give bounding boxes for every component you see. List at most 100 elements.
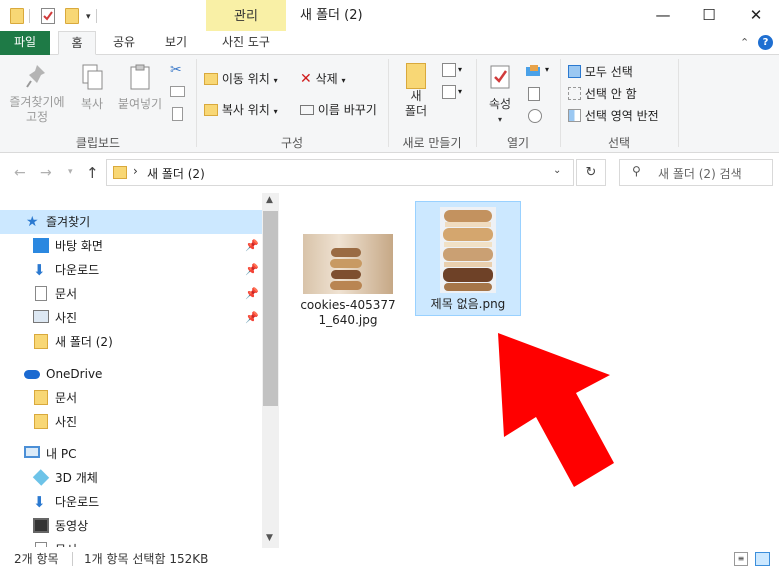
organize-group-label: 구성 bbox=[280, 136, 304, 150]
nav-label: 다운로드 bbox=[55, 495, 100, 509]
address-dropdown-icon[interactable]: ⌄ bbox=[553, 165, 561, 176]
cloud-icon bbox=[24, 370, 40, 379]
address-bar[interactable]: › 새 폴더 (2) ⌄ bbox=[106, 159, 574, 186]
back-arrow-icon[interactable]: ← bbox=[14, 165, 26, 181]
edit-icon[interactable] bbox=[528, 87, 540, 101]
title-bar: ▾ 관리 새 폴더 (2) — ☐ ✕ bbox=[0, 0, 779, 31]
new-folder-button[interactable]: 새 폴더 bbox=[398, 63, 434, 119]
pin-icon[interactable]: 📌 bbox=[245, 282, 259, 306]
search-input[interactable]: ⚲ 새 폴더 (2) 검색 bbox=[619, 159, 773, 186]
tab-view[interactable]: 보기 bbox=[152, 31, 200, 55]
move-to-label: 이동 위치 bbox=[221, 72, 270, 86]
easy-access-icon[interactable] bbox=[442, 85, 456, 99]
new-item-icon[interactable] bbox=[442, 63, 456, 77]
pin-icon[interactable]: 📌 bbox=[245, 234, 259, 258]
minimize-button[interactable]: — bbox=[640, 0, 686, 31]
tab-share[interactable]: 공유 bbox=[102, 31, 146, 55]
nav-label: 문서 bbox=[55, 538, 77, 547]
help-icon[interactable]: ? bbox=[758, 35, 773, 50]
tab-home[interactable]: 홈 bbox=[58, 31, 96, 55]
recent-locations-icon[interactable]: ▾ bbox=[68, 167, 73, 177]
close-button[interactable]: ✕ bbox=[733, 0, 779, 31]
divider bbox=[72, 552, 73, 566]
scroll-down-icon[interactable]: ▼ bbox=[266, 533, 273, 543]
nav-3d-objects[interactable]: 3D 개체 bbox=[0, 466, 262, 490]
copy-to-label: 복사 위치 bbox=[221, 103, 270, 117]
scroll-thumb[interactable] bbox=[263, 211, 278, 406]
delete-button[interactable]: ✕ 삭제 ▾ bbox=[300, 70, 346, 87]
large-icons-view-icon[interactable] bbox=[755, 552, 770, 566]
select-all-icon bbox=[568, 65, 581, 78]
refresh-icon[interactable]: ↻ bbox=[576, 159, 606, 186]
nav-downloads[interactable]: ⬇ 다운로드 📌 bbox=[0, 258, 262, 282]
film-icon bbox=[33, 518, 49, 533]
select-none-button[interactable]: 선택 안 함 bbox=[568, 85, 637, 102]
chevron-down-icon[interactable]: ▾ bbox=[458, 65, 462, 74]
window-title: 새 폴더 (2) bbox=[300, 8, 363, 23]
paste-label: 붙여넣기 bbox=[117, 97, 163, 111]
nav-quick-access[interactable]: ★ 즐겨찾기 bbox=[0, 210, 262, 234]
folder-icon bbox=[34, 334, 48, 349]
nav-desktop[interactable]: 바탕 화면 📌 bbox=[0, 234, 262, 258]
up-arrow-icon[interactable]: ↑ bbox=[86, 164, 99, 182]
pin-icon[interactable]: 📌 bbox=[245, 306, 259, 330]
rename-button[interactable]: 이름 바꾸기 bbox=[300, 101, 377, 118]
nav-onedrive-pictures[interactable]: 사진 bbox=[0, 410, 262, 434]
file-item[interactable]: cookies-405377 1_640.jpg bbox=[296, 228, 400, 334]
nav-scrollbar[interactable]: ▲ ▼ bbox=[262, 193, 279, 548]
pin-to-quick-access-button[interactable]: 즐겨찾기에 고정 bbox=[6, 63, 68, 125]
chevron-up-icon[interactable]: ⌃ bbox=[740, 36, 749, 49]
file-name: 제목 없음.png bbox=[430, 297, 506, 311]
open-icon[interactable] bbox=[526, 65, 542, 77]
properties-button[interactable]: 속성 ▾ bbox=[480, 63, 520, 127]
tab-picture-tools[interactable]: 사진 도구 bbox=[206, 31, 286, 55]
details-view-icon[interactable]: ≡ bbox=[734, 552, 748, 566]
copy-button[interactable]: 복사 bbox=[74, 63, 110, 112]
copy-path-icon[interactable] bbox=[170, 86, 185, 97]
invert-selection-button[interactable]: 선택 영역 반전 bbox=[568, 107, 659, 124]
computer-icon bbox=[24, 446, 40, 458]
select-all-button[interactable]: 모두 선택 bbox=[568, 63, 633, 80]
open-group-label: 열기 bbox=[506, 136, 530, 150]
nav-pictures[interactable]: 사진 📌 bbox=[0, 306, 262, 330]
download-arrow-icon: ⬇ bbox=[33, 493, 46, 511]
forward-arrow-icon[interactable]: → bbox=[40, 165, 52, 181]
copy-to-button[interactable]: 복사 위치 ▾ bbox=[204, 101, 278, 118]
new-folder-icon[interactable] bbox=[65, 8, 79, 24]
selection-info: 1개 항목 선택함 152KB bbox=[84, 552, 209, 566]
nav-label: 즐겨찾기 bbox=[46, 215, 91, 229]
move-folder-icon bbox=[204, 73, 218, 85]
nav-new-folder-2[interactable]: 새 폴더 (2) bbox=[0, 330, 262, 354]
tab-file[interactable]: 파일 bbox=[0, 31, 50, 55]
nav-onedrive-documents[interactable]: 문서 bbox=[0, 386, 262, 410]
breadcrumb[interactable]: 새 폴더 (2) bbox=[147, 165, 205, 182]
nav-onedrive[interactable]: OneDrive bbox=[0, 362, 262, 386]
maximize-button[interactable]: ☐ bbox=[686, 0, 732, 31]
file-item-selected[interactable]: 제목 없음.png bbox=[415, 201, 521, 316]
nav-documents[interactable]: 문서 📌 bbox=[0, 282, 262, 306]
properties-check-icon[interactable] bbox=[41, 8, 55, 24]
nav-label: OneDrive bbox=[46, 367, 103, 381]
context-tab-manage[interactable]: 관리 bbox=[206, 0, 286, 31]
nav-pc-documents[interactable]: 문서 bbox=[0, 538, 262, 547]
scroll-up-icon[interactable]: ▲ bbox=[266, 195, 273, 205]
chevron-down-icon[interactable]: ▾ bbox=[545, 65, 549, 74]
properties-label: 속성 bbox=[488, 97, 512, 111]
pin-icon[interactable]: 📌 bbox=[245, 258, 259, 282]
nav-label: 새 폴더 (2) bbox=[55, 335, 113, 349]
history-icon[interactable] bbox=[528, 109, 542, 123]
nav-this-pc[interactable]: 내 PC bbox=[0, 442, 262, 466]
folder-icon bbox=[34, 390, 48, 405]
customize-qat-icon[interactable]: ▾ bbox=[86, 12, 91, 22]
pictures-icon bbox=[33, 310, 49, 323]
nav-pc-downloads[interactable]: ⬇ 다운로드 bbox=[0, 490, 262, 514]
thumbnail-image bbox=[303, 234, 393, 294]
chevron-down-icon[interactable]: ▾ bbox=[458, 87, 462, 96]
cut-icon[interactable]: ✂ bbox=[170, 62, 182, 78]
paste-button[interactable]: 붙여넣기 bbox=[114, 63, 166, 112]
move-to-button[interactable]: 이동 위치 ▾ bbox=[204, 70, 278, 87]
breadcrumb-separator-icon: › bbox=[133, 164, 138, 178]
pin-icon bbox=[26, 65, 45, 88]
paste-shortcut-icon[interactable] bbox=[172, 107, 183, 121]
nav-videos[interactable]: 동영상 bbox=[0, 514, 262, 538]
